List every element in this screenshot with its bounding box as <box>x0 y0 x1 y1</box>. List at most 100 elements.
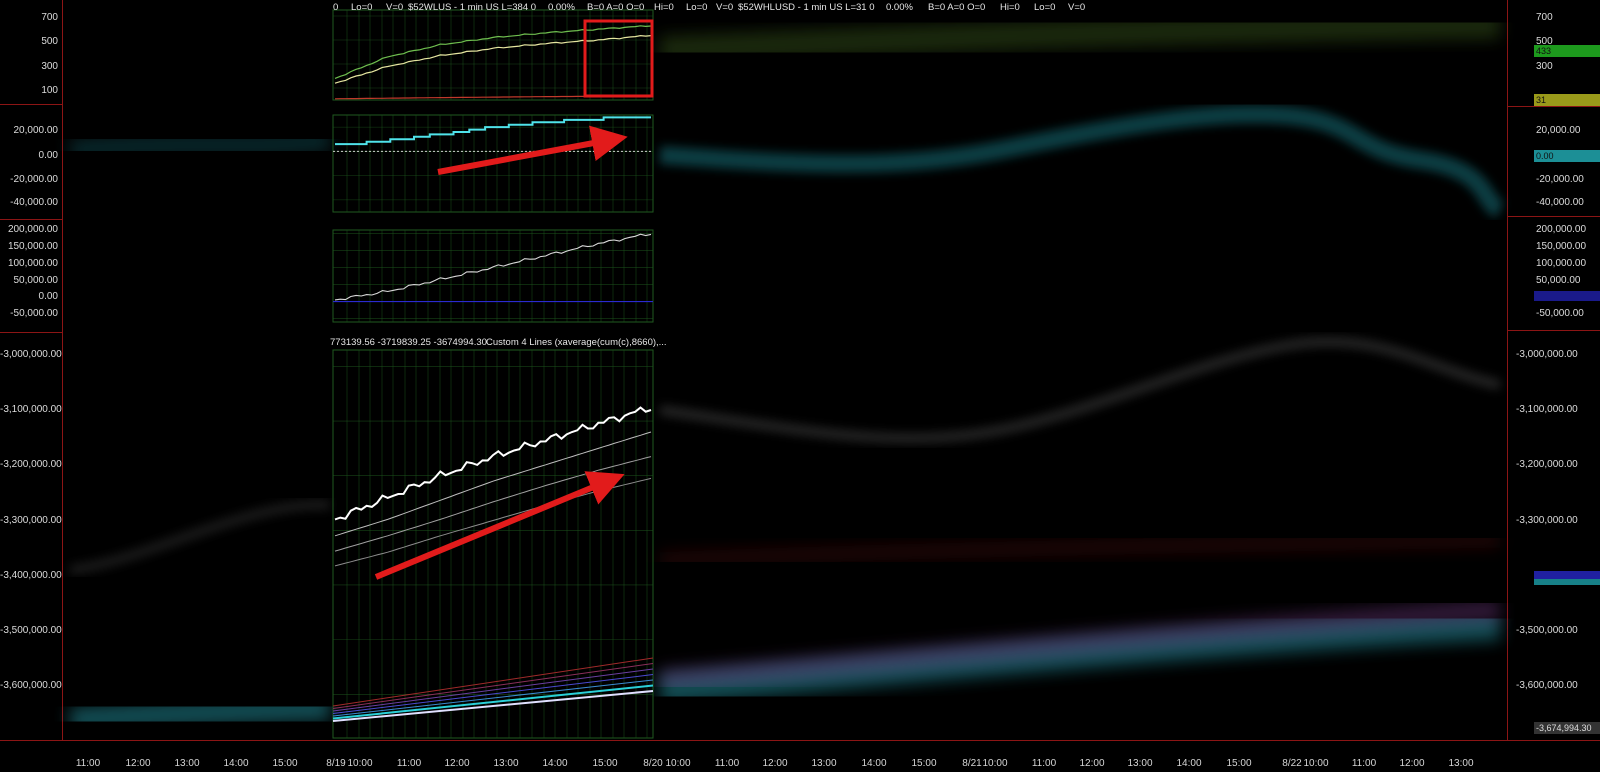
time-tick-label: 14:00 <box>223 758 249 769</box>
p2-left-tick: 0.00 <box>38 150 58 161</box>
time-tick-label: 13:00 <box>1127 758 1153 769</box>
time-tick-label: 13:00 <box>493 758 519 769</box>
band-line <box>332 679 654 717</box>
p1-left-tick: 500 <box>41 36 58 47</box>
p3-left-tick: 150,000.00 <box>7 241 58 252</box>
band-line <box>332 657 654 707</box>
average-line-4 <box>334 477 652 567</box>
p2-left-tick: -40,000.00 <box>10 197 58 208</box>
time-tick-label: 15:00 <box>911 758 937 769</box>
last-value-tag-bottom: -3,674,994.30 <box>1534 722 1600 734</box>
highlight-box <box>583 19 654 98</box>
panel-frame <box>332 349 654 739</box>
header-symbol-1: $52WLUS - 1 min US L=384 0 <box>408 2 537 13</box>
p2-left-tick: -20,000.00 <box>10 174 58 185</box>
header-lo-3: Lo=0 <box>1034 2 1056 13</box>
time-tick-label: 10:00 <box>1303 758 1329 769</box>
p3-right-tick: 150,000.00 <box>1536 241 1587 252</box>
chart-canvas <box>69 9 1505 739</box>
header-lo-1: Lo=0 <box>351 2 373 13</box>
panel-frame <box>332 229 654 323</box>
time-tick-label: 14:00 <box>861 758 887 769</box>
average-line-3 <box>334 456 652 552</box>
time-tick-label: 8/22 <box>1282 758 1302 769</box>
time-tick-label: 13:00 <box>174 758 200 769</box>
p1-left-tick: 100 <box>41 85 58 96</box>
cumulative-line <box>334 233 652 301</box>
chart-grid <box>332 9 654 739</box>
p4-right-tick: -3,300,000.00 <box>1516 515 1578 526</box>
time-tick-label: 15:00 <box>592 758 618 769</box>
last-value-tag-blue <box>1534 291 1600 301</box>
time-tick-label: 11:00 <box>396 758 422 769</box>
header-symbol-2: $52WHLUSD - 1 min US L=31 0 <box>738 2 875 13</box>
trend-arrow-upper <box>437 125 628 175</box>
header-bid-ask-2: B=0 A=0 O=0 <box>928 2 986 13</box>
time-tick-label: 14:00 <box>1176 758 1202 769</box>
time-tick-label: 10:00 <box>347 758 373 769</box>
p4-left-tick: -3,400,000.00 <box>0 570 62 581</box>
p2-left-tick: 20,000.00 <box>13 125 59 136</box>
p2-right-tick: -40,000.00 <box>1536 197 1584 208</box>
time-tick-label: 13:00 <box>1448 758 1474 769</box>
p1-right-tick: 300 <box>1536 61 1553 72</box>
header-v-2: V=0 <box>716 2 734 13</box>
p4-left-tick: -3,000,000.00 <box>0 349 62 360</box>
last-value-tag-olive: 31 <box>1534 94 1600 106</box>
header-hi-1: Hi=0 <box>654 2 674 13</box>
time-tick-label: 11:00 <box>75 758 101 769</box>
p4-left-tick: -3,100,000.00 <box>0 404 62 415</box>
p3-left-tick: 100,000.00 <box>7 258 58 269</box>
last-value-tag-green: 433 <box>1534 45 1600 57</box>
panel4-study-name: Custom 4 Lines (xaverage(cum(c),8660),..… <box>486 337 667 348</box>
time-tick-label: 12:00 <box>125 758 151 769</box>
p3-left-tick: 200,000.00 <box>7 224 58 235</box>
p1-right-tick: 700 <box>1536 12 1553 23</box>
p4-left-tick: -3,200,000.00 <box>0 459 62 470</box>
p3-right-tick: -50,000.00 <box>1536 308 1584 319</box>
last-value-tag-purple <box>1534 571 1600 579</box>
series-line-2 <box>334 34 652 84</box>
p4-right-tick: -3,200,000.00 <box>1516 459 1578 470</box>
band-line <box>332 690 654 722</box>
time-tick-label: 13:00 <box>811 758 837 769</box>
header-pct-1: 0.00% <box>548 2 575 13</box>
p4-right-tick: -3,100,000.00 <box>1516 404 1578 415</box>
p3-left-tick: -50,000.00 <box>10 308 58 319</box>
last-value-tag-cyan: 0.00 <box>1534 150 1600 162</box>
p3-right-tick: 50,000.00 <box>1536 275 1581 286</box>
header-pct-2: 0.00% <box>886 2 913 13</box>
p4-left-tick: -3,500,000.00 <box>0 625 62 636</box>
header-v-1: V=0 <box>386 2 404 13</box>
time-tick-label: 12:00 <box>1079 758 1105 769</box>
time-tick-label: 14:00 <box>542 758 568 769</box>
time-tick-label: 12:00 <box>1399 758 1425 769</box>
header-lo-2: Lo=0 <box>686 2 708 13</box>
p1-left-tick: 700 <box>41 12 58 23</box>
average-line-1 <box>334 406 652 521</box>
panel-frame <box>332 9 654 101</box>
time-tick-label: 15:00 <box>1226 758 1252 769</box>
panel4-values: 773139.56 -3719839.25 -3674994.30 <box>330 337 487 348</box>
header-lead: 0 <box>333 2 339 13</box>
p3-right-tick: 200,000.00 <box>1536 224 1587 235</box>
p1-left-tick: 300 <box>41 61 58 72</box>
p3-right-tick: 100,000.00 <box>1536 258 1587 269</box>
time-tick-label: 11:00 <box>1031 758 1057 769</box>
time-tick-label: 11:00 <box>714 758 740 769</box>
time-tick-label: 10:00 <box>982 758 1008 769</box>
time-tick-label: 8/19 <box>326 758 346 769</box>
time-tick-label: 11:00 <box>1351 758 1377 769</box>
time-tick-label: 10:00 <box>665 758 691 769</box>
p2-right-tick: 20,000.00 <box>1536 125 1581 136</box>
time-tick-label: 12:00 <box>444 758 470 769</box>
p3-left-tick: 50,000.00 <box>13 275 59 286</box>
p4-left-tick: -3,300,000.00 <box>0 515 62 526</box>
background-glow <box>69 11 1505 733</box>
time-tick-label: 12:00 <box>762 758 788 769</box>
p4-left-tick: -3,600,000.00 <box>0 680 62 691</box>
p4-right-tick: -3,600,000.00 <box>1516 680 1578 691</box>
p3-left-tick: 0.00 <box>38 291 58 302</box>
header-hi-2: Hi=0 <box>1000 2 1020 13</box>
p2-right-tick: -20,000.00 <box>1536 174 1584 185</box>
